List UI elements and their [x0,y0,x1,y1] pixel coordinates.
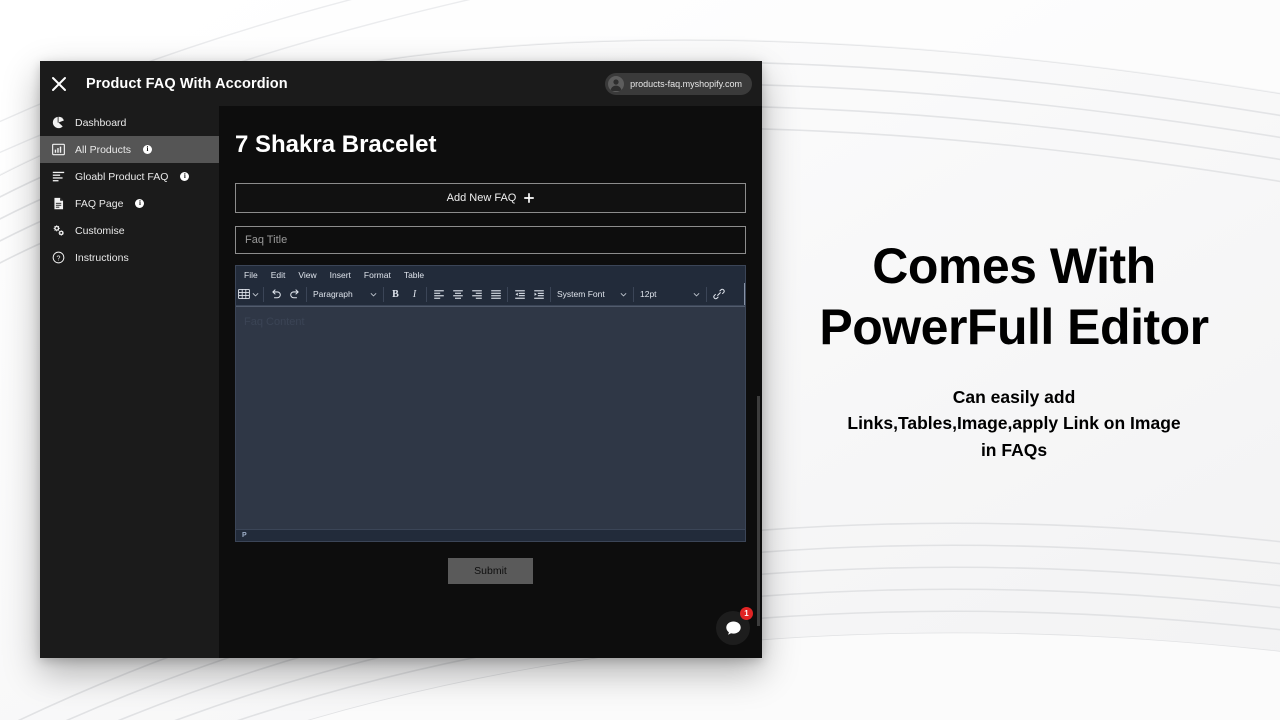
question-circle-icon: ? [51,251,66,264]
rich-text-editor: File Edit View Insert Format Table Parag… [235,265,746,542]
font-size-select[interactable]: 12pt [636,285,704,304]
menu-format[interactable]: Format [364,270,391,280]
editor-toolbar: Paragraph B I System Font 12pt [236,283,745,306]
indent-icon[interactable] [529,285,548,304]
window-scrollbar-thumb[interactable] [757,396,760,626]
app-topbar: Product FAQ With Accordion products-faq.… [40,61,762,106]
bar-chart-icon [51,143,66,156]
redo-icon[interactable] [285,285,304,304]
block-format-select[interactable]: Paragraph [309,285,381,304]
pie-chart-icon [51,116,66,129]
svg-text:?: ? [57,255,61,262]
align-right-icon[interactable] [467,285,486,304]
toolbar-divider [507,286,508,302]
sidebar-item-all-products[interactable]: All Products i [40,136,219,163]
outdent-icon[interactable] [510,285,529,304]
screenshot-stage: Product FAQ With Accordion products-faq.… [0,0,1280,720]
toolbar-divider [263,286,264,302]
italic-button[interactable]: I [405,285,424,304]
main-content: 7 Shakra Bracelet Add New FAQ File Edit [219,106,762,658]
sidebar-item-dashboard[interactable]: Dashboard [40,109,219,136]
menu-edit[interactable]: Edit [271,270,286,280]
promo-sub: Can easily add Links,Tables,Image,apply … [790,384,1238,463]
sidebar-item-label: Dashboard [75,116,127,129]
sidebar-item-instructions[interactable]: ? Instructions [40,244,219,271]
submit-button[interactable]: Submit [448,558,533,584]
sidebar-item-global-product-faq[interactable]: Gloabl Product FAQ i [40,163,219,190]
undo-icon[interactable] [266,285,285,304]
sidebar-item-faq-page[interactable]: FAQ Page i [40,190,219,217]
menu-file[interactable]: File [244,270,258,280]
font-size-value: 12pt [640,289,657,299]
list-lines-icon [51,170,66,183]
window-scrollbar[interactable] [756,106,762,658]
toolbar-divider [306,286,307,302]
chevron-down-icon [693,291,700,298]
menu-view[interactable]: View [298,270,316,280]
bold-label: B [392,288,399,300]
promo-heading-line1: Comes With [872,238,1156,294]
menu-table[interactable]: Table [404,270,424,280]
info-icon[interactable]: i [135,199,145,208]
sidebar: Dashboard All Products i Gloabl Product … [40,106,219,658]
sidebar-item-label: Customise [75,224,125,237]
toolbar-divider [633,286,634,302]
table-icon[interactable] [236,285,261,304]
bold-button[interactable]: B [386,285,405,304]
align-center-icon[interactable] [448,285,467,304]
page-title: 7 Shakra Bracelet [235,131,437,158]
toolbar-divider [706,286,707,302]
sidebar-item-label: Gloabl Product FAQ [75,170,169,183]
info-icon[interactable]: i [143,145,153,154]
menu-insert[interactable]: Insert [330,270,351,280]
store-domain-label: products-faq.myshopify.com [630,78,742,89]
faq-title-input[interactable] [235,226,746,254]
toolbar-divider [426,286,427,302]
add-new-faq-label: Add New FAQ [446,192,517,204]
window-body: Dashboard All Products i Gloabl Product … [40,106,762,658]
font-family-select[interactable]: System Font [553,285,631,304]
sidebar-item-label: All Products [75,143,132,156]
block-format-value: Paragraph [313,289,353,299]
italic-label: I [412,288,417,300]
info-icon[interactable]: i [180,172,190,181]
plus-icon [524,193,535,203]
promo-sub-line3: in FAQs [980,439,1048,460]
element-path[interactable]: P [242,532,247,539]
editor-placeholder: Faq Content [244,316,305,328]
promo-block: Comes With PowerFull Editor Can easily a… [790,236,1238,463]
align-left-icon[interactable] [429,285,448,304]
editor-menubar: File Edit View Insert Format Table [236,266,745,283]
editor-statusbar: P [236,529,745,541]
sidebar-item-label: Instructions [75,251,129,264]
file-page-icon [51,197,66,210]
chevron-down-icon [620,291,627,298]
add-new-faq-button[interactable]: Add New FAQ [235,183,746,213]
chat-unread-badge: 1 [740,607,753,620]
submit-row: Submit [235,558,746,584]
font-family-value: System Font [557,289,605,299]
toolbar-divider [550,286,551,302]
promo-sub-line1: Can easily add [952,387,1076,407]
chevron-down-icon [370,291,377,298]
toolbar-divider [383,286,384,302]
sidebar-item-customise[interactable]: Customise [40,217,219,244]
toolbar-overflow-edge [744,283,745,305]
editor-content-area[interactable]: Faq Content [236,306,745,529]
gears-icon [51,224,66,237]
store-domain-badge[interactable]: products-faq.myshopify.com [605,72,752,95]
app-title: Product FAQ With Accordion [86,75,288,92]
align-justify-icon[interactable] [486,285,505,304]
promo-sub-line2: Links,Tables,Image,apply Link on Image [847,413,1181,434]
link-icon[interactable] [709,285,728,304]
avatar [608,75,625,92]
close-x-icon[interactable] [42,61,76,106]
app-window: Product FAQ With Accordion products-faq.… [40,61,762,658]
sidebar-item-label: FAQ Page [75,197,124,210]
chevron-down-icon [252,291,259,298]
promo-heading-line2: PowerFull Editor [819,299,1209,355]
